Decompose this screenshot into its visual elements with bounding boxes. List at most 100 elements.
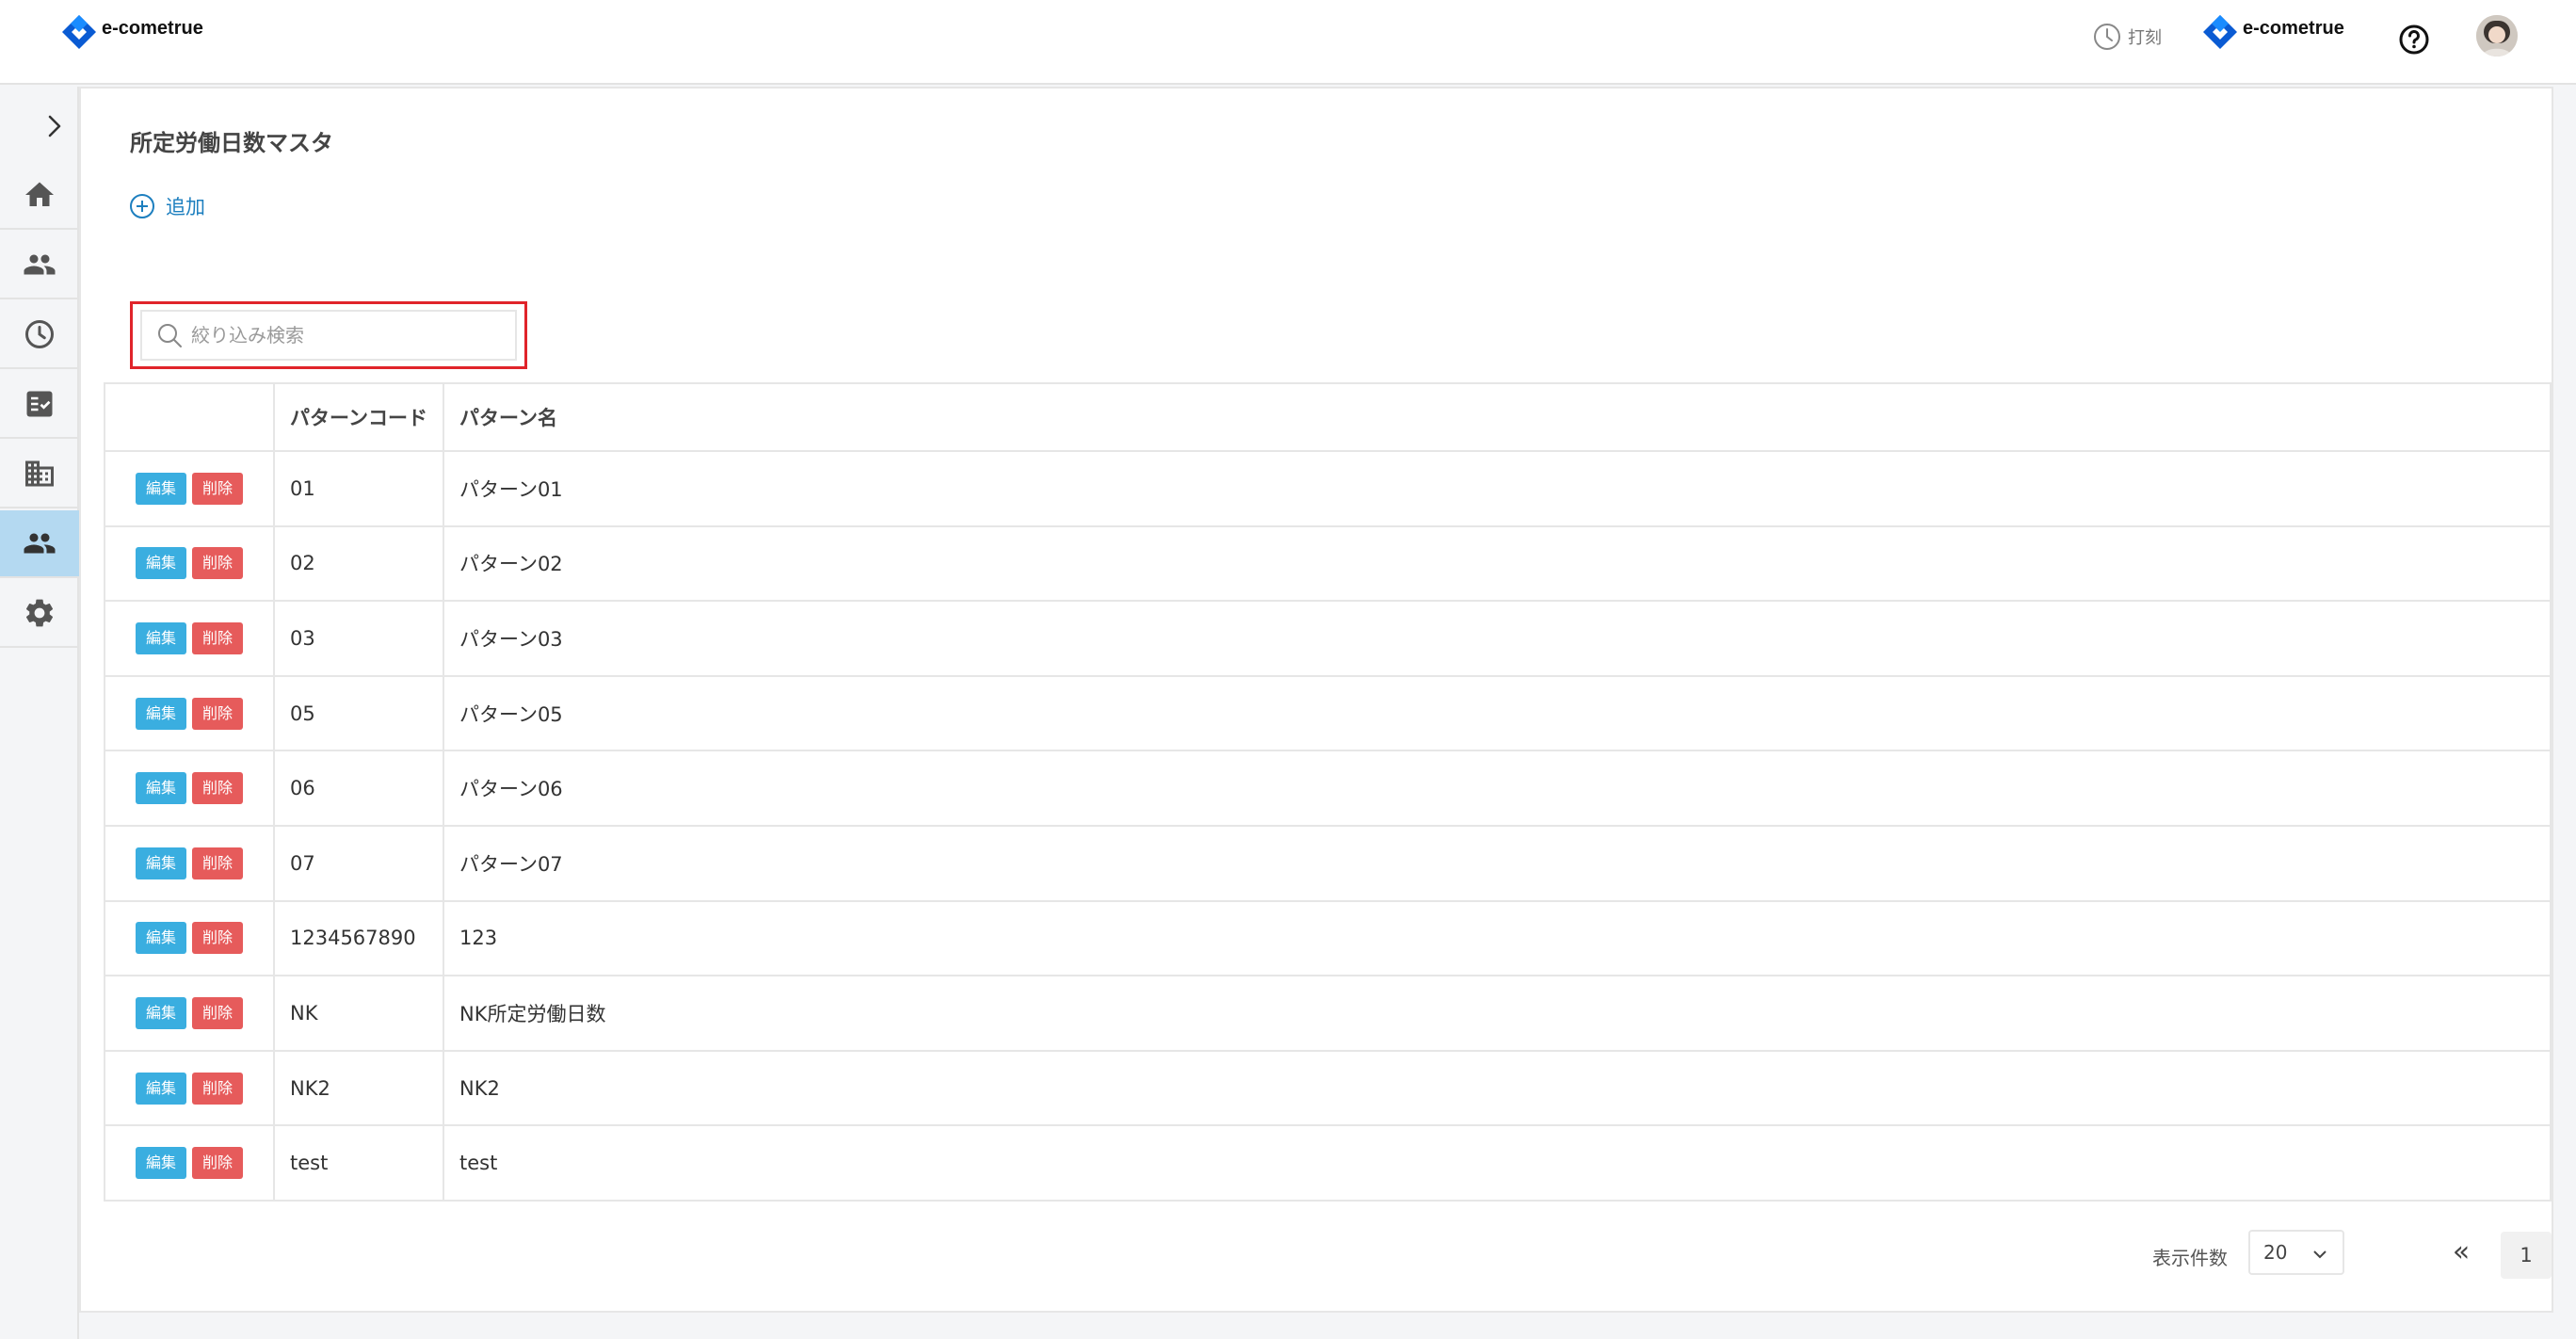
delete-button[interactable]: 削除: [192, 922, 243, 955]
row-actions: 編集 削除: [105, 1050, 275, 1127]
people-icon: [24, 533, 56, 554]
delete-button[interactable]: 削除: [192, 547, 243, 580]
clock-icon: [2094, 24, 2120, 50]
delete-button[interactable]: 削除: [192, 621, 243, 654]
delete-button[interactable]: 削除: [192, 772, 243, 805]
table-header-row: パターンコード パターン名: [105, 383, 2552, 452]
sidebar-item-employees[interactable]: [0, 232, 79, 299]
pattern-code-cell: NK2: [274, 1050, 444, 1127]
edit-button[interactable]: 編集: [136, 996, 186, 1029]
sidebar: [0, 87, 79, 1339]
delete-button[interactable]: 削除: [192, 1147, 243, 1180]
punch-label: 打刻: [2128, 28, 2162, 48]
pattern-code-cell: test: [274, 1125, 444, 1202]
pattern-name-cell: パターン01: [443, 451, 2552, 527]
edit-button[interactable]: 編集: [136, 1072, 186, 1105]
pattern-name-cell: パターン07: [443, 825, 2552, 902]
row-actions: 編集 削除: [105, 675, 275, 752]
sidebar-item-attendance[interactable]: [0, 301, 79, 369]
brand-logo[interactable]: e-cometrue: [60, 13, 203, 51]
delete-button[interactable]: 削除: [192, 1072, 243, 1105]
pattern-table: パターンコード パターン名 編集 削除 01 パターン01 編集 削除 02 パターン02 編集…: [104, 382, 2552, 1202]
per-page-label: 表示件数: [2152, 1247, 2228, 1269]
sidebar-item-company[interactable]: [0, 441, 79, 508]
punch-button[interactable]: 打刻: [2092, 21, 2162, 53]
page-number-button[interactable]: 1: [2501, 1232, 2552, 1279]
edit-button[interactable]: 編集: [136, 847, 186, 879]
add-button[interactable]: 追加: [128, 192, 205, 220]
code-column-header[interactable]: パターンコード: [274, 383, 444, 452]
pattern-code-cell: NK: [274, 976, 444, 1052]
delete-button[interactable]: 削除: [192, 996, 243, 1029]
pattern-name-cell: NK所定労働日数: [443, 976, 2552, 1052]
chevron-right-icon: [48, 115, 61, 137]
user-avatar[interactable]: [2476, 15, 2518, 56]
edit-button[interactable]: 編集: [136, 772, 186, 805]
per-page-value: 20: [2263, 1241, 2288, 1264]
page-title: 所定労働日数マスタ: [130, 130, 333, 156]
delete-button[interactable]: 削除: [192, 697, 243, 730]
first-page-button[interactable]: «: [2442, 1235, 2480, 1273]
search-input[interactable]: [191, 324, 511, 347]
row-actions: 編集 削除: [105, 750, 275, 827]
pattern-name-cell: test: [443, 1125, 2552, 1202]
table-row: 編集 削除 03 パターン03: [105, 601, 2552, 677]
pattern-name-cell: NK2: [443, 1050, 2552, 1127]
brand-name: e-cometrue: [102, 17, 203, 39]
pattern-code-cell: 1234567890: [274, 900, 444, 977]
search-box: [140, 310, 517, 361]
sidebar-toggle-button[interactable]: [0, 98, 79, 154]
row-actions: 編集 削除: [105, 976, 275, 1052]
plus-circle-icon: [130, 194, 154, 218]
edit-button[interactable]: 編集: [136, 547, 186, 580]
pattern-code-cell: 05: [274, 675, 444, 752]
edit-button[interactable]: 編集: [136, 621, 186, 654]
pattern-code-cell: 01: [274, 451, 444, 527]
edit-button[interactable]: 編集: [136, 922, 186, 955]
edit-button[interactable]: 編集: [136, 697, 186, 730]
pattern-name-cell: パターン06: [443, 750, 2552, 827]
row-actions: 編集 削除: [105, 451, 275, 527]
pattern-name-cell: パターン02: [443, 525, 2552, 603]
clock-icon: [25, 320, 54, 348]
pattern-name-cell: パターン05: [443, 675, 2552, 752]
sidebar-item-home[interactable]: [0, 162, 79, 230]
row-actions: 編集 削除: [105, 900, 275, 977]
name-column-header[interactable]: パターン名: [443, 383, 2552, 452]
row-actions: 編集 削除: [105, 525, 275, 603]
sidebar-item-settings[interactable]: [0, 580, 79, 648]
table-row: 編集 削除 06 パターン06: [105, 750, 2552, 827]
help-icon[interactable]: [2397, 23, 2431, 56]
home-icon: [25, 182, 54, 206]
edit-button[interactable]: 編集: [136, 1147, 186, 1180]
table-row: 編集 削除 02 パターン02: [105, 525, 2552, 603]
pattern-code-cell: 03: [274, 601, 444, 677]
pattern-name-cell: パターン03: [443, 601, 2552, 677]
people-icon: [24, 254, 56, 275]
per-page-select[interactable]: 20: [2248, 1230, 2344, 1275]
row-actions: 編集 削除: [105, 601, 275, 677]
delete-button[interactable]: 削除: [192, 847, 243, 879]
sidebar-item-master[interactable]: [0, 510, 79, 578]
pattern-name-cell: 123: [443, 900, 2552, 977]
actions-column-header: [105, 383, 275, 452]
add-label: 追加: [166, 196, 205, 218]
table-body: 編集 削除 01 パターン01 編集 削除 02 パターン02 編集 削除 03 パターン03 編集 削除…: [105, 451, 2552, 1202]
table-row: 編集 削除 05 パターン05: [105, 675, 2552, 752]
building-icon: [25, 460, 54, 487]
table-row: 編集 削除 NK2 NK2: [105, 1050, 2552, 1127]
avatar-image: [2476, 15, 2518, 56]
pattern-code-cell: 07: [274, 825, 444, 902]
top-header: e-cometrue 打刻 e-cometrue: [0, 0, 2576, 85]
brand-logo-icon: [62, 15, 96, 49]
sidebar-item-approvals[interactable]: [0, 371, 79, 439]
row-actions: 編集 削除: [105, 825, 275, 902]
table-row: 編集 削除 NK NK所定労働日数: [105, 976, 2552, 1052]
edit-button[interactable]: 編集: [136, 472, 186, 505]
delete-button[interactable]: 削除: [192, 472, 243, 505]
search-highlight: [130, 301, 527, 369]
row-actions: 編集 削除: [105, 1125, 275, 1202]
table-row: 編集 削除 01 パターン01: [105, 451, 2552, 527]
company-logo-icon: [2203, 15, 2237, 49]
pattern-code-cell: 02: [274, 525, 444, 603]
